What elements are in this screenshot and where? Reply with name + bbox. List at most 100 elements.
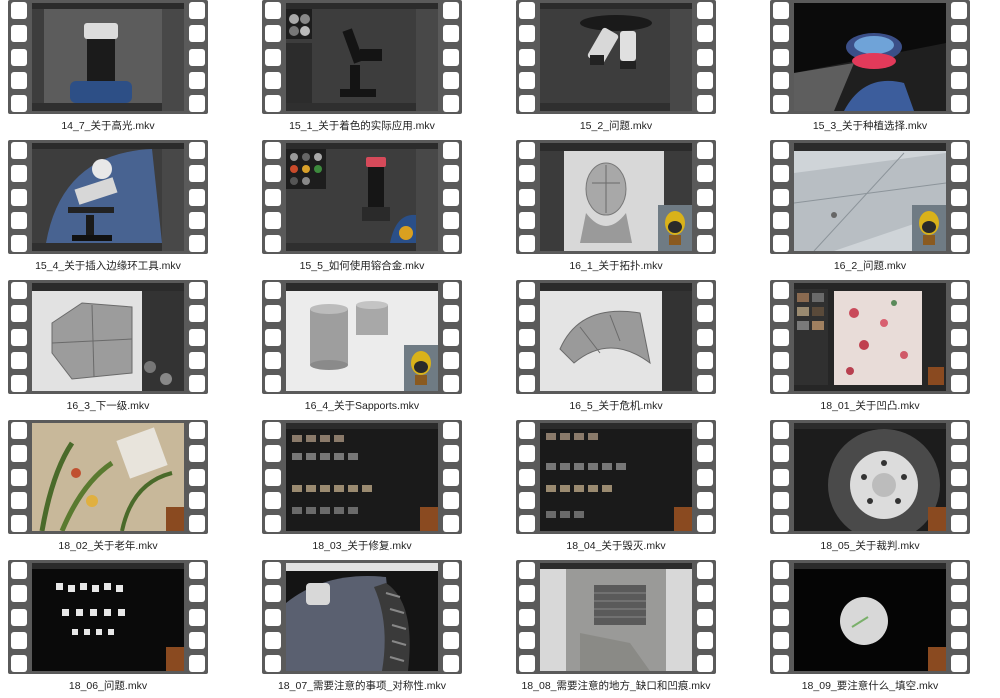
filmstrip-frame: [770, 280, 970, 394]
filmstrip-frame: [262, 420, 462, 534]
filmstrip-perforations-right: [443, 2, 459, 112]
video-filename: 15_4_关于插入边缘环工具.mkv: [35, 260, 181, 272]
filmstrip-frame: [516, 280, 716, 394]
video-preview-image: [286, 563, 438, 671]
filmstrip-perforations-left: [519, 142, 535, 252]
video-thumbnail[interactable]: 18_02_关于老年.mkv: [0, 420, 208, 558]
filmstrip-perforations-right: [189, 282, 205, 392]
filmstrip-perforations-left: [11, 562, 27, 672]
filmstrip-perforations-left: [519, 422, 535, 532]
video-thumbnail[interactable]: 18_06_问题.mkv: [0, 560, 208, 698]
video-filename: 16_3_下一级.mkv: [66, 400, 150, 412]
filmstrip-perforations-right: [951, 282, 967, 392]
filmstrip-perforations-right: [951, 2, 967, 112]
video-filename: 15_1_关于着色的实际应用.mkv: [289, 120, 435, 132]
filmstrip-frame: [262, 0, 462, 114]
filmstrip-perforations-right: [697, 2, 713, 112]
filmstrip-perforations-right: [443, 422, 459, 532]
video-thumbnail[interactable]: 16_2_问题.mkv: [762, 140, 970, 278]
filmstrip-perforations-right: [189, 422, 205, 532]
filmstrip-perforations-right: [697, 142, 713, 252]
video-thumbnail[interactable]: 15_2_问题.mkv: [508, 0, 716, 138]
filmstrip-frame: [262, 560, 462, 674]
filmstrip-frame: [770, 0, 970, 114]
video-filename: 15_2_问题.mkv: [579, 120, 653, 132]
filmstrip-perforations-left: [773, 142, 789, 252]
video-preview-image: [540, 423, 692, 531]
video-preview-image: [794, 563, 946, 671]
video-preview-image: [286, 3, 438, 111]
video-thumbnail[interactable]: 16_4_关于Sapports.mkv: [254, 280, 462, 418]
thumbnail-grid: 14_7_关于高光.mkv 15_1_关于着色的实际应用.mkv 15_2_问题…: [0, 0, 1000, 693]
video-thumbnail[interactable]: 18_05_关于裁判.mkv: [762, 420, 970, 558]
video-thumbnail[interactable]: 14_7_关于高光.mkv: [0, 0, 208, 138]
video-thumbnail[interactable]: 16_5_关于危机.mkv: [508, 280, 716, 418]
video-thumbnail[interactable]: 18_01_关于凹凸.mkv: [762, 280, 970, 418]
video-filename: 18_01_关于凹凸.mkv: [820, 400, 920, 412]
video-preview-image: [794, 423, 946, 531]
video-filename: 18_08_需要注意的地方_缺口和凹痕.mkv: [521, 680, 711, 692]
filmstrip-perforations-right: [189, 142, 205, 252]
filmstrip-perforations-left: [519, 2, 535, 112]
filmstrip-frame: [8, 560, 208, 674]
video-thumbnail[interactable]: 15_3_关于种植选择.mkv: [762, 0, 970, 138]
filmstrip-perforations-left: [773, 282, 789, 392]
video-thumbnail[interactable]: 18_04_关于毁灭.mkv: [508, 420, 716, 558]
filmstrip-perforations-right: [697, 562, 713, 672]
filmstrip-perforations-right: [189, 2, 205, 112]
filmstrip-perforations-left: [11, 142, 27, 252]
video-preview-image: [32, 563, 184, 671]
video-preview-image: [540, 3, 692, 111]
filmstrip-frame: [8, 420, 208, 534]
filmstrip-perforations-right: [697, 282, 713, 392]
filmstrip-perforations-left: [265, 2, 281, 112]
video-filename: 18_07_需要注意的事项_对称性.mkv: [277, 680, 447, 692]
filmstrip-perforations-right: [443, 562, 459, 672]
filmstrip-perforations-right: [697, 422, 713, 532]
video-thumbnail[interactable]: 15_5_如何使用镕合金.mkv: [254, 140, 462, 278]
video-thumbnail[interactable]: 18_09_要注意什么_填空.mkv: [762, 560, 970, 698]
filmstrip-frame: [8, 140, 208, 254]
video-thumbnail[interactable]: 18_08_需要注意的地方_缺口和凹痕.mkv: [508, 560, 716, 698]
video-thumbnail[interactable]: 18_07_需要注意的事项_对称性.mkv: [254, 560, 462, 698]
filmstrip-perforations-left: [265, 142, 281, 252]
video-thumbnail[interactable]: 15_1_关于着色的实际应用.mkv: [254, 0, 462, 138]
filmstrip-frame: [262, 280, 462, 394]
filmstrip-perforations-left: [773, 562, 789, 672]
video-thumbnail[interactable]: 16_1_关于拓扑.mkv: [508, 140, 716, 278]
video-thumbnail[interactable]: 15_4_关于插入边缘环工具.mkv: [0, 140, 208, 278]
filmstrip-frame: [516, 560, 716, 674]
filmstrip-perforations-left: [265, 422, 281, 532]
filmstrip-perforations-left: [773, 422, 789, 532]
video-thumbnail[interactable]: 16_3_下一级.mkv: [0, 280, 208, 418]
video-preview-image: [794, 143, 946, 251]
filmstrip-perforations-right: [951, 422, 967, 532]
video-filename: 15_5_如何使用镕合金.mkv: [299, 260, 425, 272]
filmstrip-perforations-left: [11, 422, 27, 532]
filmstrip-frame: [770, 140, 970, 254]
filmstrip-frame: [516, 420, 716, 534]
video-filename: 16_5_关于危机.mkv: [569, 400, 663, 412]
video-preview-image: [32, 3, 184, 111]
filmstrip-perforations-right: [443, 282, 459, 392]
filmstrip-frame: [516, 140, 716, 254]
video-thumbnail[interactable]: 18_03_关于修复.mkv: [254, 420, 462, 558]
video-preview-image: [540, 283, 692, 391]
filmstrip-perforations-right: [443, 142, 459, 252]
video-filename: 18_06_问题.mkv: [68, 680, 148, 692]
filmstrip-perforations-left: [265, 282, 281, 392]
filmstrip-perforations-left: [11, 2, 27, 112]
video-filename: 18_09_要注意什么_填空.mkv: [801, 680, 939, 692]
video-filename: 16_1_关于拓扑.mkv: [569, 260, 663, 272]
filmstrip-perforations-left: [773, 2, 789, 112]
video-preview-image: [540, 143, 692, 251]
video-filename: 18_04_关于毁灭.mkv: [566, 540, 666, 552]
video-preview-image: [32, 283, 184, 391]
video-preview-image: [32, 423, 184, 531]
video-preview-image: [286, 423, 438, 531]
filmstrip-frame: [770, 420, 970, 534]
video-filename: 16_2_问题.mkv: [833, 260, 907, 272]
video-preview-image: [794, 283, 946, 391]
filmstrip-perforations-left: [265, 562, 281, 672]
video-filename: 18_02_关于老年.mkv: [58, 540, 158, 552]
